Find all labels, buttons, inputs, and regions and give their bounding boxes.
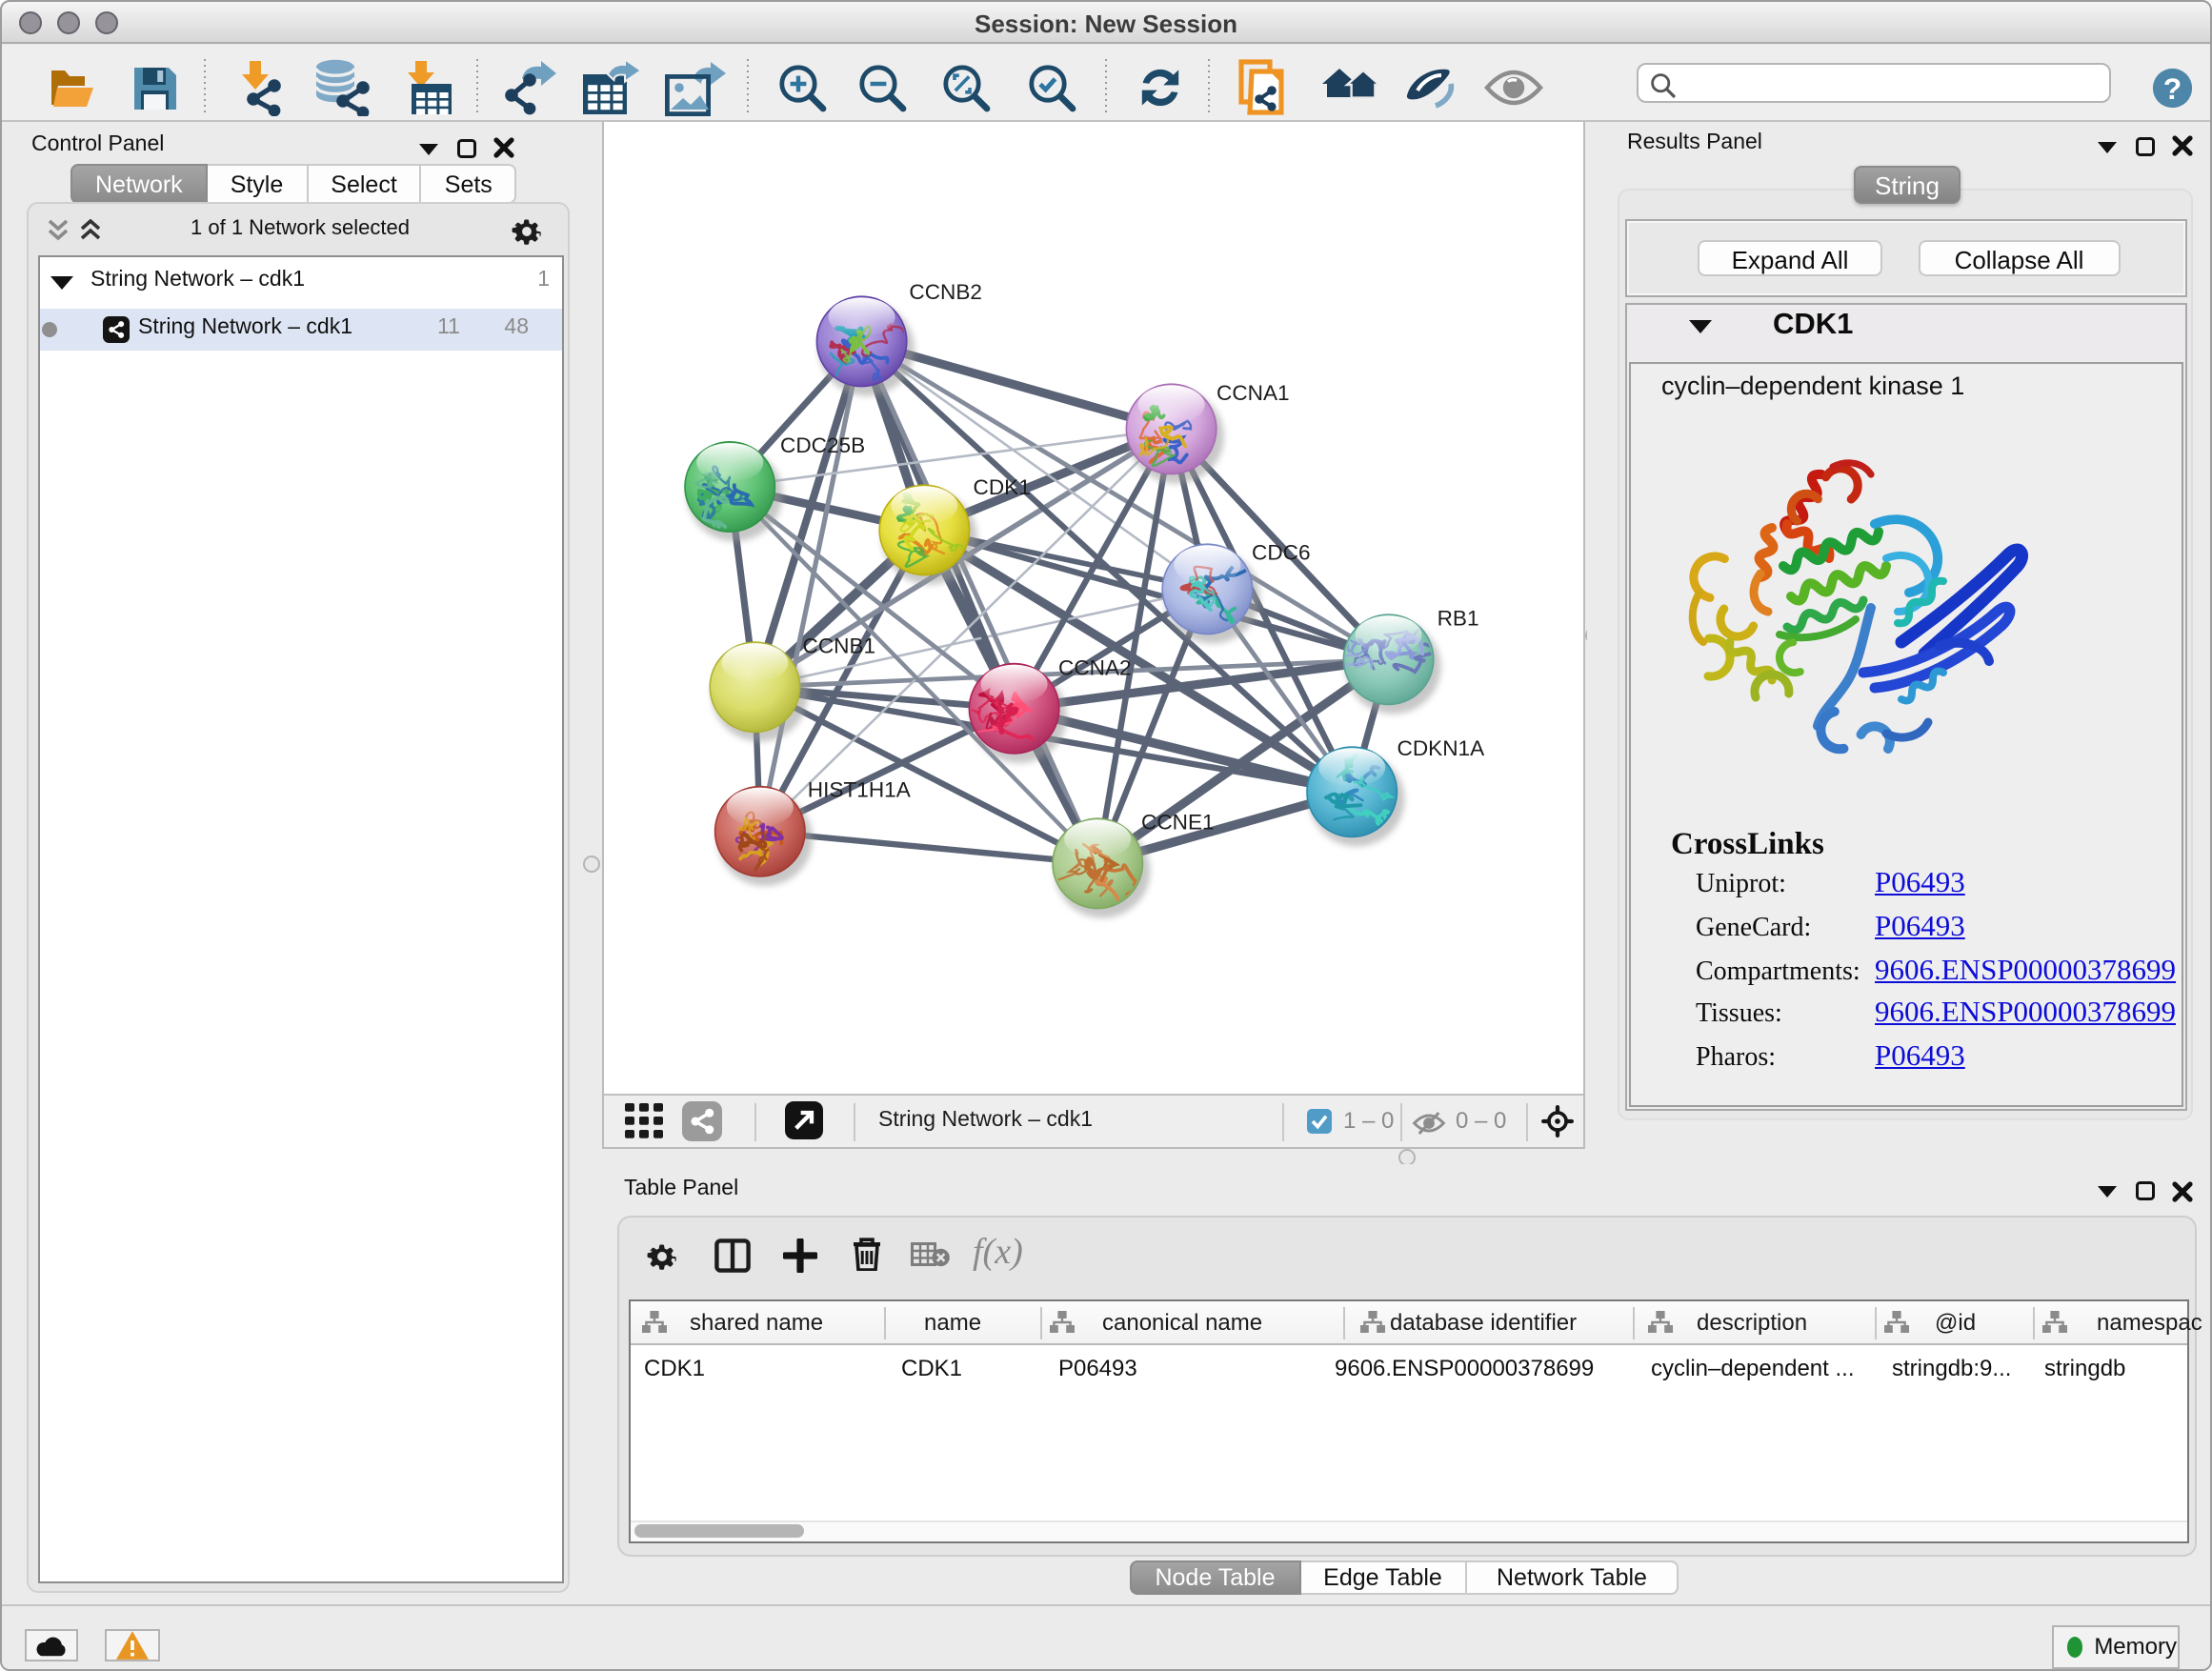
svg-text:RB1: RB1	[1438, 606, 1479, 630]
svg-text:CDKN1A: CDKN1A	[1398, 736, 1486, 760]
svg-text:CCNB1: CCNB1	[803, 634, 876, 657]
svg-text:CCNB2: CCNB2	[909, 280, 982, 304]
svg-text:CCNA2: CCNA2	[1058, 656, 1132, 680]
svg-text:CDC25B: CDC25B	[780, 433, 865, 457]
svg-text:CDK1: CDK1	[974, 475, 1031, 499]
svg-text:?: ?	[2162, 70, 2181, 105]
svg-text:CCNE1: CCNE1	[1141, 811, 1215, 835]
svg-text:HIST1H1A: HIST1H1A	[808, 778, 912, 802]
svg-text:CCNA1: CCNA1	[1217, 381, 1290, 405]
svg-text:CDC6: CDC6	[1252, 540, 1311, 564]
